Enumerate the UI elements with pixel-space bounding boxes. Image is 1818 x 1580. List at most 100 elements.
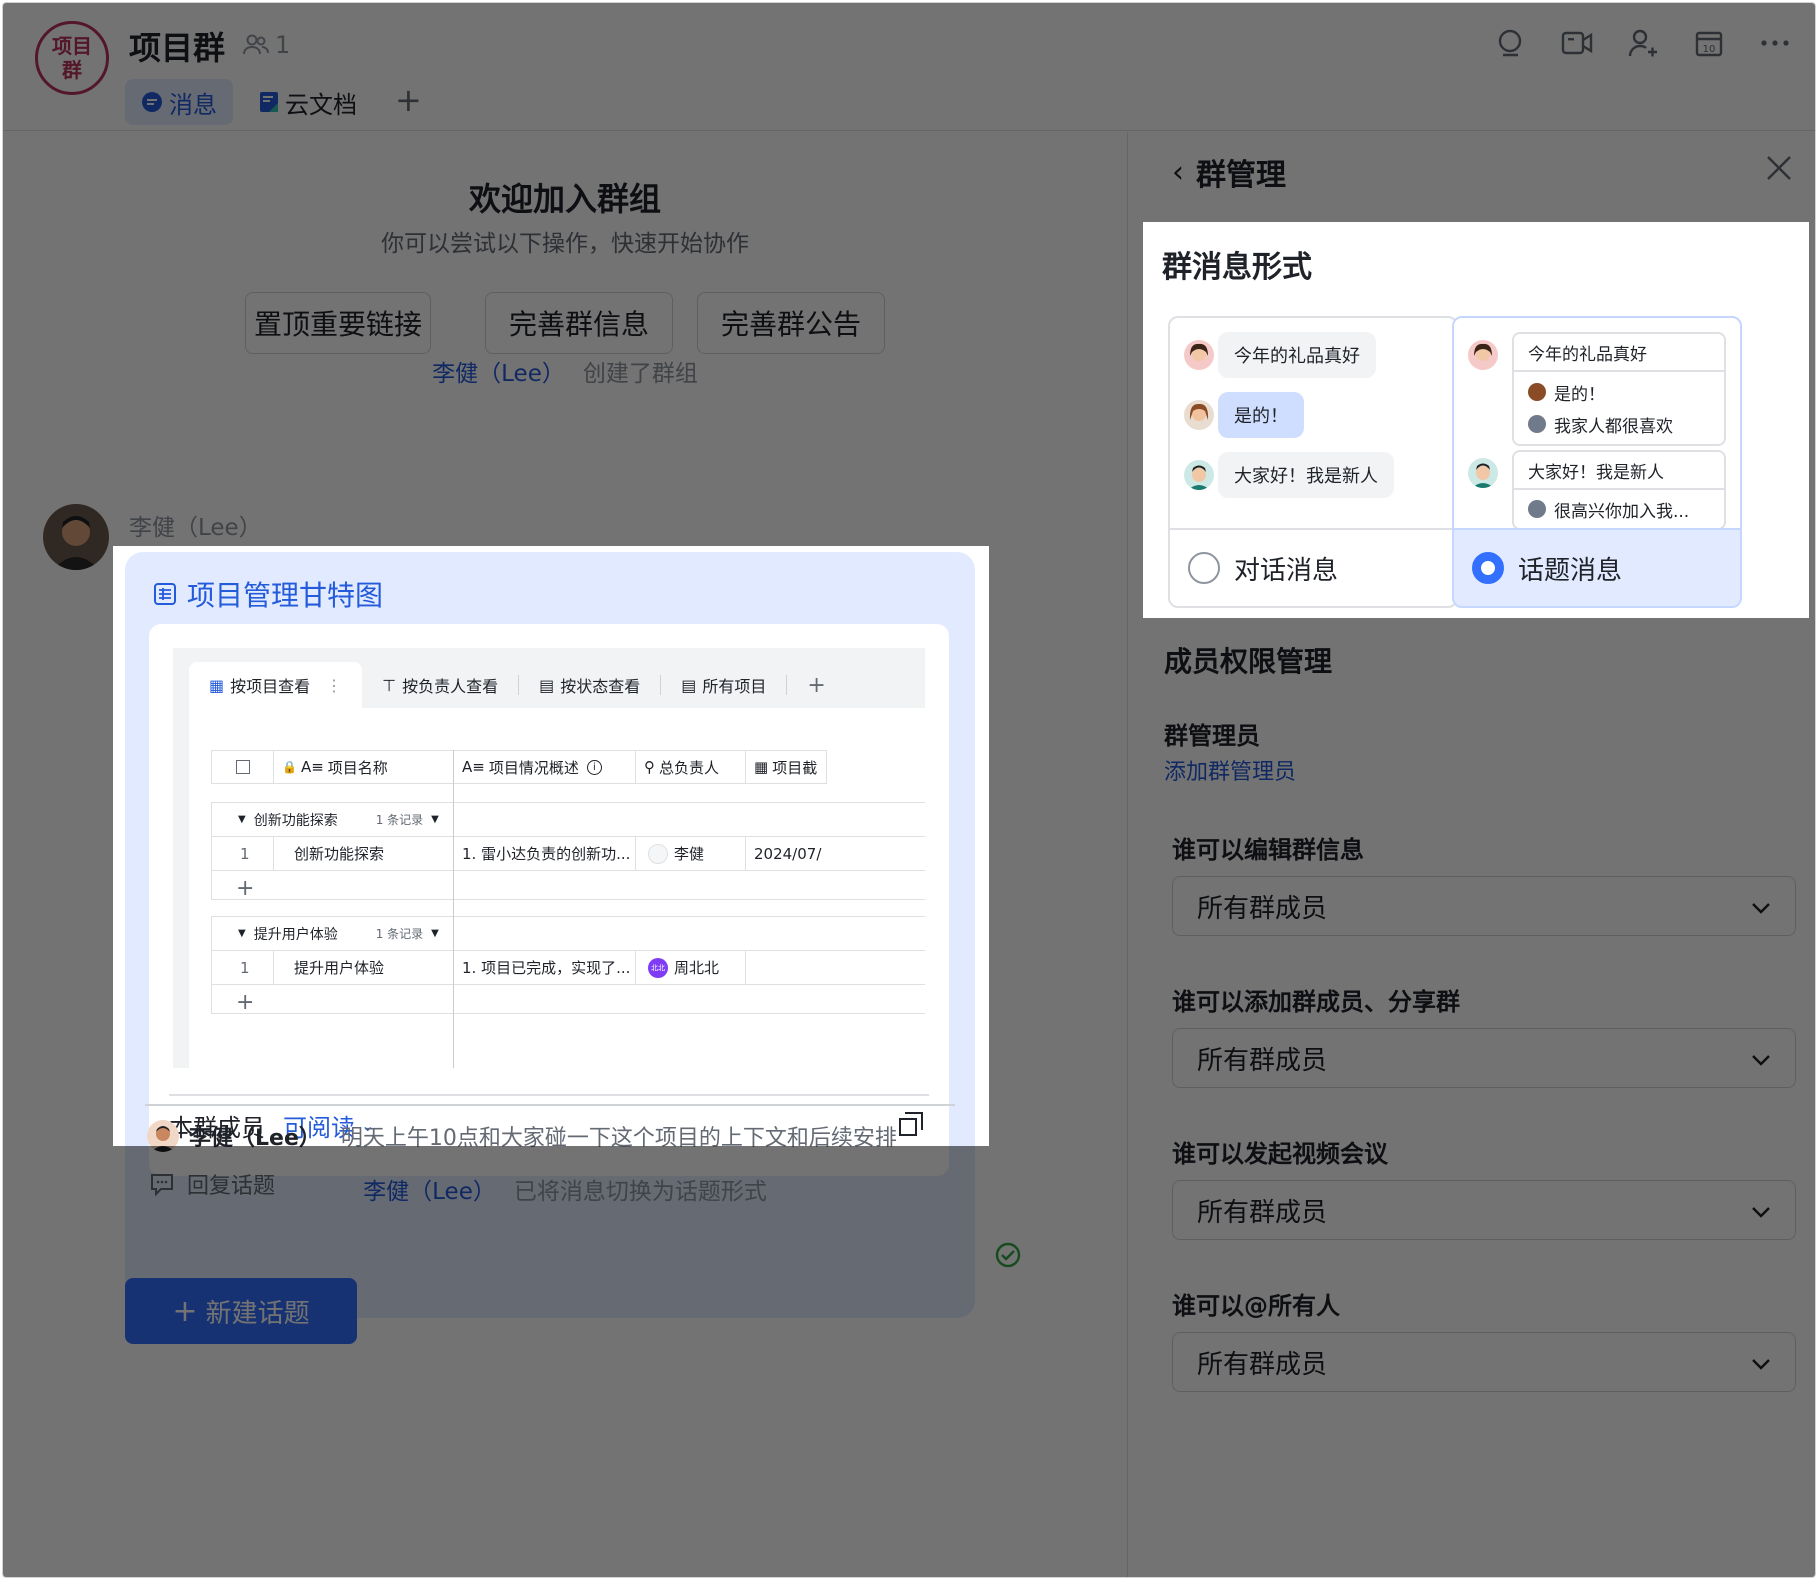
view-tab-all[interactable]: ▤ 所有项目	[661, 662, 786, 708]
view-tab-label: 按项目查看	[230, 677, 311, 696]
system-message-switched: 李健（Lee） 已将消息切换为话题形式	[3, 1172, 1127, 1206]
group-header[interactable]: ▼ 创新功能探索 1 条记录 ▼	[212, 802, 925, 837]
topic-reply: 李健（Lee） 明天上午10点和大家碰一下这个项目的上下文和后续安排	[147, 1120, 897, 1152]
chat-format-radio[interactable]	[1188, 552, 1220, 584]
group-header[interactable]: ▼ 提升用户体验 1 条记录 ▼	[212, 916, 925, 951]
col-desc[interactable]: A≡ 项目情况概述 i	[454, 750, 636, 784]
row-name: 创新功能探索	[274, 836, 454, 871]
grid-icon: ▦	[209, 675, 225, 695]
creator-name[interactable]: 李健（Lee）	[432, 361, 565, 387]
col-name[interactable]: 🔒 A≡ 项目名称	[274, 750, 454, 784]
view-tabs: ▦ 按项目查看 ⋮ ⊤ 按负责人查看 ▤ 按状态查看 ▤ 所有项目 +	[173, 648, 925, 708]
setting-add-member-select[interactable]: 所有群成员	[1172, 1028, 1796, 1088]
admin-title: 群管理员	[1164, 722, 1260, 750]
col-owner-label: 总负责人	[659, 758, 720, 777]
chat-bubble: 今年的礼品真好	[1218, 332, 1376, 378]
col-date-label: 项目截	[772, 758, 818, 777]
tab-docs[interactable]: 云文档	[243, 79, 373, 125]
chevron-down-icon	[1751, 1043, 1771, 1073]
group-avatar-text: 项目群	[52, 34, 92, 82]
member-permission-title: 成员权限管理	[1164, 645, 1333, 678]
add-row[interactable]: +	[212, 985, 925, 1019]
setting-mention-all-label: 谁可以@所有人	[1172, 1292, 1340, 1320]
avatar	[1468, 458, 1498, 488]
add-member-icon[interactable]	[1625, 25, 1661, 61]
add-tab-button[interactable]: +	[395, 81, 422, 119]
table-row[interactable]: 1 提升用户体验 1. 项目已完成，实现了... 北北 周北北	[212, 950, 925, 985]
group-title[interactable]: 项目群	[129, 23, 225, 69]
group-block: ▼ 创新功能探索 1 条记录 ▼ 1 创新功能探索 1. 雷小达负责的创新功... 李…	[211, 802, 925, 905]
topic-format-radio[interactable]	[1472, 552, 1504, 584]
doc-preview[interactable]: ▦ 按项目查看 ⋮ ⊤ 按负责人查看 ▤ 按状态查看 ▤ 所有项目 + 🔒 A≡…	[149, 624, 949, 1176]
member-count[interactable]: 1	[243, 31, 290, 59]
table-header-row: 🔒 A≡ 项目名称 A≡ 项目情况概述 i ⚲ 总负责人 ▦ 项目截	[211, 750, 827, 784]
close-icon[interactable]	[1765, 154, 1793, 182]
switcher-name[interactable]: 李健（Lee）	[363, 1179, 496, 1205]
avatar[interactable]	[147, 1120, 179, 1152]
col-owner[interactable]: ⚲ 总负责人	[636, 750, 746, 784]
setting-video-meeting-label: 谁可以发起视频会议	[1172, 1140, 1388, 1168]
topic-format-label: 话题消息	[1518, 555, 1623, 586]
caret-down-icon: ▼	[238, 928, 246, 939]
plus-icon: +	[172, 1293, 198, 1329]
pin-links-button[interactable]: 置顶重要链接	[245, 292, 431, 354]
complete-info-button[interactable]: 完善群信息	[485, 292, 673, 354]
add-row[interactable]: +	[212, 871, 925, 905]
sheet: 🔒 A≡ 项目名称 A≡ 项目情况概述 i ⚲ 总负责人 ▦ 项目截 ▼ 创新功能探索 1 条记…	[189, 708, 925, 1068]
add-row-button[interactable]: +	[212, 871, 454, 905]
select-all-checkbox[interactable]	[212, 750, 274, 784]
avatar	[1184, 400, 1214, 430]
tab-messages[interactable]: 消息	[125, 79, 233, 125]
topic-thread: 今年的礼品真好 是的！ 我家人都很喜欢	[1512, 332, 1726, 446]
add-row-button[interactable]: +	[212, 985, 454, 1019]
setting-edit-info-select[interactable]: 所有群成员	[1172, 876, 1796, 936]
video-call-icon[interactable]	[1559, 25, 1595, 61]
reply-text: 明天上午10点和大家碰一下这个项目的上下文和后续安排	[340, 1126, 897, 1151]
welcome-title: 欢迎加入群组	[468, 180, 661, 218]
group-avatar[interactable]: 项目群	[35, 21, 109, 95]
row-index: 1	[212, 950, 274, 985]
setting-edit-info-label: 谁可以编辑群信息	[1172, 836, 1364, 864]
setting-mention-all-select[interactable]: 所有群成员	[1172, 1332, 1796, 1392]
more-icon[interactable]	[1757, 25, 1793, 61]
grid-icon: ▤	[681, 675, 697, 695]
group-block: ▼ 提升用户体验 1 条记录 ▼ 1 提升用户体验 1. 项目已完成，实现了... 北…	[211, 916, 925, 1019]
topic-reply-row: 我家人都很喜欢	[1514, 408, 1724, 440]
view-tab-by-status[interactable]: ▤ 按状态查看	[519, 662, 660, 708]
setting-add-member-label: 谁可以添加群成员、分享群	[1172, 988, 1460, 1016]
topic-format-radio-row[interactable]: 话题消息	[1454, 528, 1740, 606]
complete-notice-button[interactable]: 完善群公告	[697, 292, 885, 354]
column-freeze-line	[453, 750, 454, 1068]
group-name: 创新功能探索	[253, 812, 338, 829]
owner-name: 周北北	[674, 959, 720, 977]
new-topic-button[interactable]: + 新建话题	[125, 1278, 357, 1344]
chevron-down-icon	[1751, 1195, 1771, 1225]
search-icon[interactable]	[1493, 25, 1529, 61]
reply-sender: 李健（Lee）	[189, 1126, 321, 1151]
doc-card-title[interactable]: 项目管理甘特图	[153, 574, 383, 614]
person-icon: ⚲	[644, 758, 655, 776]
topic-format-option[interactable]: 今年的礼品真好 是的！ 我家人都很喜欢 大家好！我是新人 很高兴你加入我... …	[1452, 316, 1742, 608]
add-admin-link[interactable]: 添加群管理员	[1164, 754, 1296, 786]
chat-format-option[interactable]: 今年的礼品真好 是的！ 大家好！我是新人 对话消息	[1168, 316, 1458, 608]
group-settings-panel: ‹ 群管理 群消息形式 今年的礼品真好 是的！ 大家好！我是新人 对话消息 今年…	[1127, 132, 1815, 1577]
sender-avatar[interactable]	[43, 504, 109, 570]
view-tab-by-owner[interactable]: ⊤ 按负责人查看	[362, 662, 518, 708]
avatar	[1528, 500, 1546, 518]
back-icon[interactable]: ‹	[1172, 155, 1184, 190]
table-row[interactable]: 1 创新功能探索 1. 雷小达负责的创新功... 李健 2024/07/	[212, 836, 925, 871]
chat-area: 欢迎加入群组 你可以尝试以下操作，快速开始协作 置顶重要链接 完善群信息 完善群…	[3, 132, 1127, 1577]
topic-reply-row: 很高兴你加入我...	[1514, 493, 1724, 525]
setting-video-meeting-select[interactable]: 所有群成员	[1172, 1180, 1796, 1240]
calendar-icon[interactable]: 10	[1691, 25, 1727, 61]
col-name-label: 项目名称	[327, 758, 388, 777]
copy-icon[interactable]	[899, 1112, 925, 1138]
add-view-button[interactable]: +	[787, 662, 845, 708]
view-tab-by-project[interactable]: ▦ 按项目查看 ⋮	[189, 662, 363, 708]
group-label: ▼ 创新功能探索 1 条记录 ▼	[212, 802, 454, 837]
col-date[interactable]: ▦ 项目截	[746, 750, 826, 784]
row-desc: 1. 雷小达负责的创新功...	[454, 836, 636, 871]
row-owner: 李健	[636, 836, 746, 871]
chat-format-radio-row[interactable]: 对话消息	[1170, 528, 1456, 606]
member-count-value: 1	[275, 31, 291, 59]
